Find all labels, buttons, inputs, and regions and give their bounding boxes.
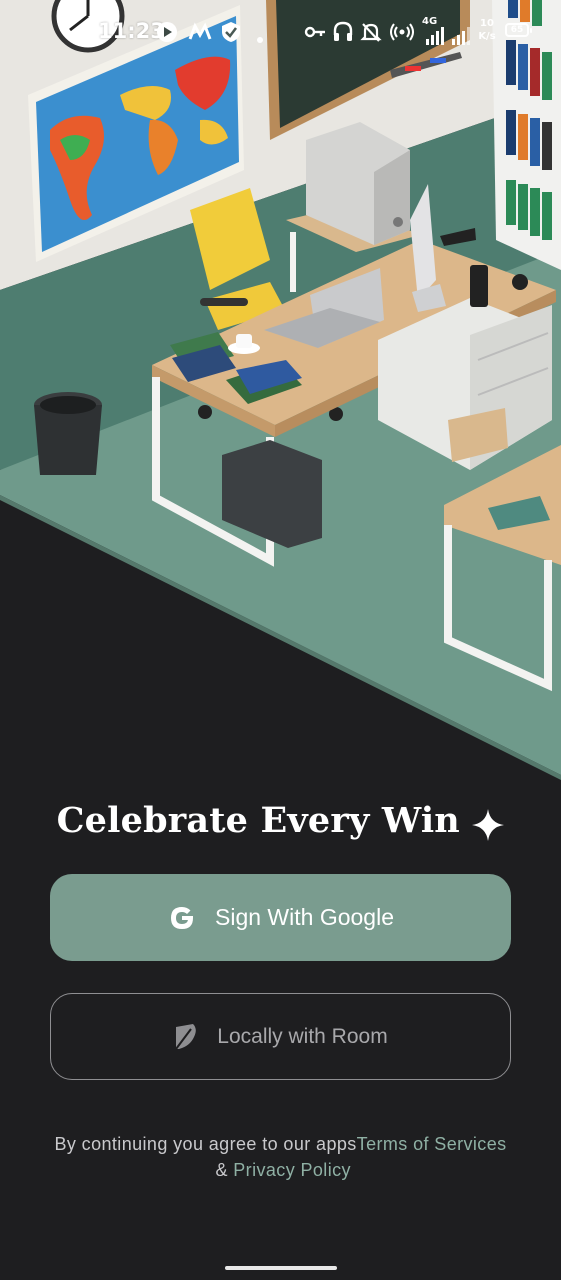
wastebasket (34, 392, 102, 475)
play-notification-icon (157, 22, 177, 42)
dot-icon (257, 37, 263, 43)
battery-icon: 65 (505, 23, 532, 37)
status-time: 11:23 (98, 19, 165, 43)
m-notification-icon (188, 22, 212, 40)
privacy-policy-link[interactable]: Privacy Policy (233, 1160, 351, 1180)
headline: Celebrate Every Win (0, 800, 561, 841)
terms-notice: By continuing you agree to our appsTerms… (40, 1131, 521, 1183)
google-button-label: Sign With Google (215, 904, 394, 930)
locally-with-room-button[interactable]: Locally with Room (50, 993, 511, 1080)
signal-icon-1 (426, 27, 444, 45)
signal-icon-2 (452, 27, 470, 45)
navigation-handle[interactable] (225, 1266, 337, 1270)
sparkle-icon (472, 808, 505, 841)
terms-separator: & (210, 1160, 234, 1180)
terms-prefix: By continuing you agree to our apps (54, 1134, 357, 1154)
sign-with-google-button[interactable]: Sign With Google (50, 874, 511, 961)
room-button-label: Locally with Room (217, 1024, 388, 1048)
status-bar: 11:23 4G 10 K/s 65 (0, 0, 561, 64)
net-speed-value: 10 (480, 18, 494, 29)
bell-off-icon (360, 23, 382, 42)
headphones-icon (333, 21, 353, 41)
google-icon (171, 906, 193, 929)
key-icon (304, 26, 325, 38)
terms-of-services-link[interactable]: Terms of Services (357, 1134, 507, 1154)
hotspot-icon (390, 23, 414, 41)
feather-icon (175, 1023, 197, 1050)
headline-text: Celebrate Every Win (56, 800, 460, 841)
office-illustration (0, 0, 561, 780)
shield-check-icon (222, 22, 240, 42)
net-speed-unit: K/s (478, 31, 496, 42)
